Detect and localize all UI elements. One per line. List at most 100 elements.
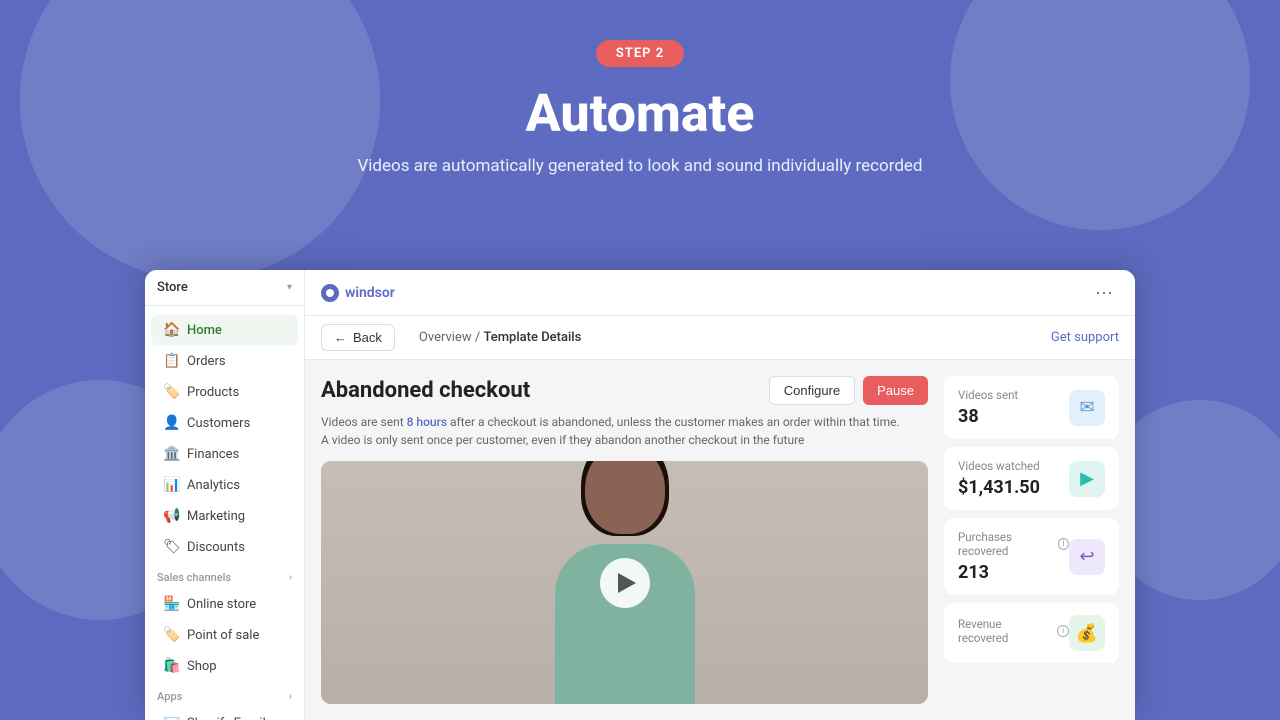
sales-channels-section: Sales channels › (145, 563, 304, 588)
sidebar-item-label: Orders (187, 354, 226, 369)
chevron-down-icon: ▾ (287, 282, 292, 293)
shop-icon: 🛍️ (163, 658, 179, 674)
configure-button[interactable]: Configure (769, 376, 855, 405)
stat-card-revenue-recovered: Revenue recovered i 💰 (944, 603, 1119, 663)
email-icon: ✉️ (163, 715, 179, 720)
apps-label: Apps (157, 690, 182, 703)
purchases-recovered-icon: ↩ (1069, 539, 1105, 575)
video-container (321, 461, 928, 704)
stat-label: Revenue recovered i (958, 617, 1069, 645)
discounts-icon: 🏷 (163, 539, 179, 555)
sales-channels-label: Sales channels (157, 571, 231, 584)
windsor-logo: windsor (321, 284, 395, 302)
play-icon (618, 573, 636, 593)
sidebar-item-orders[interactable]: 📋 Orders (151, 346, 298, 376)
breadcrumb: Overview / Template Details (419, 330, 581, 345)
stat-card-purchases-recovered: Purchases recovered i 213 ↩ (944, 518, 1119, 595)
header-section: STEP 2 Automate Videos are automatically… (0, 0, 1280, 206)
stat-label: Videos watched (958, 459, 1069, 473)
stat-value: $1,431.50 (958, 477, 1069, 498)
person-head (585, 461, 665, 534)
store-label: Store (157, 280, 188, 295)
logo-text: windsor (345, 285, 395, 301)
content-area: Abandoned checkout Configure Pause Video… (305, 360, 1135, 720)
sidebar-item-shopify-email[interactable]: ✉️ Shopify Email (151, 708, 298, 720)
top-bar: windsor ··· (305, 270, 1135, 316)
sidebar: Store ▾ 🏠 Home 📋 Orders 🏷️ Products 👤 (145, 270, 305, 720)
sidebar-item-label: Home (187, 323, 222, 338)
info-icon[interactable]: i (1058, 538, 1069, 550)
main-content: windsor ··· ← Back Overview / Template D… (305, 270, 1135, 720)
sidebar-item-label: Customers (187, 416, 250, 431)
sidebar-item-label: Marketing (187, 509, 245, 524)
pos-icon: 🏷️ (163, 627, 179, 643)
sidebar-item-online-store[interactable]: 🏪 Online store (151, 589, 298, 619)
sidebar-item-discounts[interactable]: 🏷 Discounts (151, 532, 298, 562)
sidebar-item-analytics[interactable]: 📊 Analytics (151, 470, 298, 500)
breadcrumb-current: Template Details (483, 330, 581, 345)
sidebar-item-label: Online store (187, 597, 256, 612)
header-title: Automate (0, 83, 1280, 144)
online-store-icon: 🏪 (163, 596, 179, 612)
step-badge: STEP 2 (596, 40, 684, 67)
video-panel: Abandoned checkout Configure Pause Video… (321, 376, 928, 704)
pause-button[interactable]: Pause (863, 376, 928, 405)
orders-icon: 📋 (163, 353, 179, 369)
stat-info: Purchases recovered i 213 (958, 530, 1069, 583)
get-support-link[interactable]: Get support (1051, 330, 1119, 345)
finances-icon: 🏛️ (163, 446, 179, 462)
stat-value: 38 (958, 406, 1069, 427)
logo-icon (321, 284, 339, 302)
page-description: Videos are sent 8 hours after a checkout… (321, 413, 928, 449)
more-options-button[interactable]: ··· (1089, 280, 1119, 305)
info-icon[interactable]: i (1057, 625, 1069, 637)
sidebar-item-label: Point of sale (187, 628, 259, 643)
hours-highlight: 8 hours (407, 415, 447, 429)
stat-card-videos-sent: Videos sent 38 ✉ (944, 376, 1119, 439)
header-subtitle: Videos are automatically generated to lo… (0, 156, 1280, 176)
stat-info: Videos sent 38 (958, 388, 1069, 427)
back-button[interactable]: ← Back (321, 324, 395, 351)
breadcrumb-overview: Overview (419, 330, 472, 345)
products-icon: 🏷️ (163, 384, 179, 400)
sidebar-item-products[interactable]: 🏷️ Products (151, 377, 298, 407)
nav-items: 🏠 Home 📋 Orders 🏷️ Products 👤 Customers … (145, 306, 304, 720)
stat-label: Purchases recovered i (958, 530, 1069, 558)
sidebar-item-label: Shop (187, 659, 217, 674)
home-icon: 🏠 (163, 322, 179, 338)
stat-info: Revenue recovered i (958, 617, 1069, 649)
stat-info: Videos watched $1,431.50 (958, 459, 1069, 498)
stat-label: Videos sent (958, 388, 1069, 402)
sidebar-item-point-of-sale[interactable]: 🏷️ Point of sale (151, 620, 298, 650)
page-title: Abandoned checkout (321, 378, 530, 403)
sidebar-item-label: Discounts (187, 540, 245, 555)
sidebar-item-home[interactable]: 🏠 Home (151, 315, 298, 345)
sidebar-item-shop[interactable]: 🛍️ Shop (151, 651, 298, 681)
marketing-icon: 📢 (163, 508, 179, 524)
ui-card: Store ▾ 🏠 Home 📋 Orders 🏷️ Products 👤 (145, 270, 1135, 720)
apps-section: Apps › (145, 682, 304, 707)
back-label: Back (353, 330, 382, 345)
stat-value: 213 (958, 562, 1069, 583)
action-buttons: Configure Pause (769, 376, 928, 405)
stat-card-videos-watched: Videos watched $1,431.50 ▶ (944, 447, 1119, 510)
sidebar-item-marketing[interactable]: 📢 Marketing (151, 501, 298, 531)
sidebar-item-label: Finances (187, 447, 239, 462)
play-button[interactable] (600, 558, 650, 608)
revenue-recovered-icon: 💰 (1069, 615, 1105, 651)
videos-sent-icon: ✉ (1069, 390, 1105, 426)
top-bar-actions: ··· (1089, 280, 1119, 305)
sidebar-item-finances[interactable]: 🏛️ Finances (151, 439, 298, 469)
expand-icon[interactable]: › (289, 572, 292, 583)
sidebar-item-label: Shopify Email (187, 716, 266, 720)
nav-bar: ← Back Overview / Template Details Get s… (305, 316, 1135, 360)
expand-icon[interactable]: › (289, 691, 292, 702)
sidebar-item-customers[interactable]: 👤 Customers (151, 408, 298, 438)
stats-panel: Videos sent 38 ✉ Videos watched $1,431.5… (944, 376, 1119, 704)
sidebar-item-label: Products (187, 385, 239, 400)
analytics-icon: 📊 (163, 477, 179, 493)
customers-icon: 👤 (163, 415, 179, 431)
description-suffix: after a checkout is abandoned, unless th… (450, 415, 900, 429)
store-selector[interactable]: Store ▾ (145, 270, 304, 306)
videos-watched-icon: ▶ (1069, 461, 1105, 497)
